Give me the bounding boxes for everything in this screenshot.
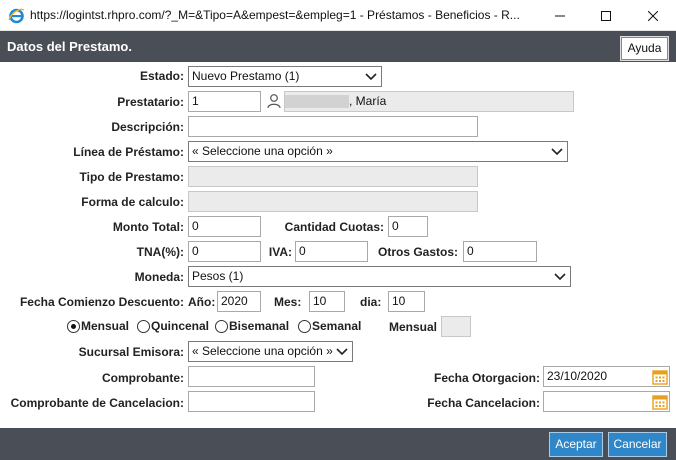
frecuencia-readout-field xyxy=(441,316,471,337)
otros-input[interactable]: 0 xyxy=(463,241,537,262)
tipo-label: Tipo de Prestamo: xyxy=(79,170,184,184)
moneda-value: Pesos (1) xyxy=(192,269,244,283)
linea-select[interactable]: « Seleccione una opción » xyxy=(188,141,568,162)
accept-button[interactable]: Aceptar xyxy=(549,432,603,457)
radio-bisemanal-label: Bisemanal xyxy=(229,319,290,333)
fecha-desc-label: Fecha Comienzo Descuento: xyxy=(19,295,184,309)
radio-bisemanal[interactable]: Bisemanal xyxy=(215,319,289,333)
mes-input[interactable]: 10 xyxy=(309,291,345,312)
close-icon xyxy=(648,10,658,21)
fecha-otorg-input[interactable]: 23/10/2020 xyxy=(543,366,670,387)
minimize-icon xyxy=(555,15,565,16)
prestatario-label: Prestatario: xyxy=(117,95,184,109)
sucursal-value: « Seleccione una opción » xyxy=(192,344,333,358)
comprobante-label: Comprobante: xyxy=(102,371,184,385)
calendar-icon[interactable] xyxy=(652,394,668,410)
descripcion-label: Descripción: xyxy=(111,120,184,134)
cuotas-input[interactable]: 0 xyxy=(388,216,428,237)
ie-browser-icon xyxy=(8,8,25,24)
estado-select[interactable]: Nuevo Prestamo (1) xyxy=(188,66,382,87)
fecha-canc-label: Fecha Cancelacion: xyxy=(427,396,540,410)
frecuencia-readout-label: Mensual xyxy=(389,320,438,334)
estado-value: Nuevo Prestamo (1) xyxy=(192,69,300,83)
linea-label: Línea de Préstamo: xyxy=(73,145,184,159)
anio-input[interactable]: 2020 xyxy=(217,291,261,312)
help-button[interactable]: Ayuda xyxy=(621,37,668,60)
sucursal-select[interactable]: « Seleccione una opción » xyxy=(188,341,353,362)
dia-label: dia: xyxy=(360,295,382,309)
window-title: https://logintst.rhpro.com/?_M=&Tipo=A&e… xyxy=(30,8,520,22)
window-titlebar: https://logintst.rhpro.com/?_M=&Tipo=A&e… xyxy=(0,0,676,31)
person-icon[interactable] xyxy=(266,93,282,109)
moneda-select[interactable]: Pesos (1) xyxy=(188,266,571,287)
radio-mensual-label: Mensual xyxy=(81,319,130,333)
redacted-block xyxy=(285,95,349,109)
estado-label: Estado: xyxy=(139,69,184,83)
otros-label: Otros Gastos: xyxy=(377,245,458,259)
tipo-field xyxy=(188,166,478,187)
linea-value: « Seleccione una opción » xyxy=(192,144,333,158)
monto-input[interactable]: 0 xyxy=(188,216,261,237)
moneda-label: Moneda: xyxy=(134,270,184,284)
anio-label: Año: xyxy=(188,295,216,309)
chevron-down-icon xyxy=(336,348,348,356)
comprobante-canc-label: Comprobante de Cancelacion: xyxy=(10,396,184,410)
comprobante-input[interactable] xyxy=(188,366,315,387)
radio-quincenal[interactable]: Quincenal xyxy=(137,319,209,333)
minimize-button[interactable] xyxy=(537,0,583,31)
iva-input[interactable]: 0 xyxy=(295,241,368,262)
cuotas-label: Cantidad Cuotas: xyxy=(284,220,384,234)
radio-semanal-button[interactable] xyxy=(298,319,311,333)
prestatario-name-field: , María xyxy=(284,91,574,112)
radio-bisemanal-button[interactable] xyxy=(215,319,228,333)
radio-quincenal-button[interactable] xyxy=(137,319,150,333)
close-button[interactable] xyxy=(630,0,676,31)
radio-semanal-label: Semanal xyxy=(312,319,362,333)
chevron-down-icon xyxy=(554,273,566,281)
fecha-canc-input[interactable] xyxy=(543,391,670,412)
descripcion-input[interactable] xyxy=(188,116,478,137)
comprobante-canc-input[interactable] xyxy=(188,391,315,412)
radio-mensual-button[interactable] xyxy=(67,319,80,333)
radio-semanal[interactable]: Semanal xyxy=(298,319,361,333)
sucursal-label: Sucursal Emisora: xyxy=(78,345,184,359)
radio-mensual[interactable]: Mensual xyxy=(67,319,129,333)
maximize-button[interactable] xyxy=(583,0,629,31)
fecha-otorg-label: Fecha Otorgacion: xyxy=(433,371,540,385)
prestatario-name: , María xyxy=(349,94,387,108)
form-header: Datos del Prestamo. xyxy=(0,31,676,62)
dia-input[interactable]: 10 xyxy=(388,291,425,312)
tna-input[interactable]: 0 xyxy=(188,241,261,262)
prestatario-code-input[interactable]: 1 xyxy=(188,91,261,112)
cancel-button[interactable]: Cancelar xyxy=(608,432,667,457)
mes-label: Mes: xyxy=(274,295,302,309)
page-title: Datos del Prestamo. xyxy=(7,39,132,54)
forma-field xyxy=(188,191,478,212)
monto-label: Monto Total: xyxy=(112,220,184,234)
chevron-down-icon xyxy=(551,148,563,156)
calendar-icon[interactable] xyxy=(652,369,668,385)
tna-label: TNA(%): xyxy=(136,245,184,259)
chevron-down-icon xyxy=(365,73,377,81)
iva-label: IVA: xyxy=(268,245,292,259)
forma-label: Forma de calculo: xyxy=(81,195,184,209)
radio-quincenal-label: Quincenal xyxy=(151,319,210,333)
maximize-icon xyxy=(601,10,611,21)
